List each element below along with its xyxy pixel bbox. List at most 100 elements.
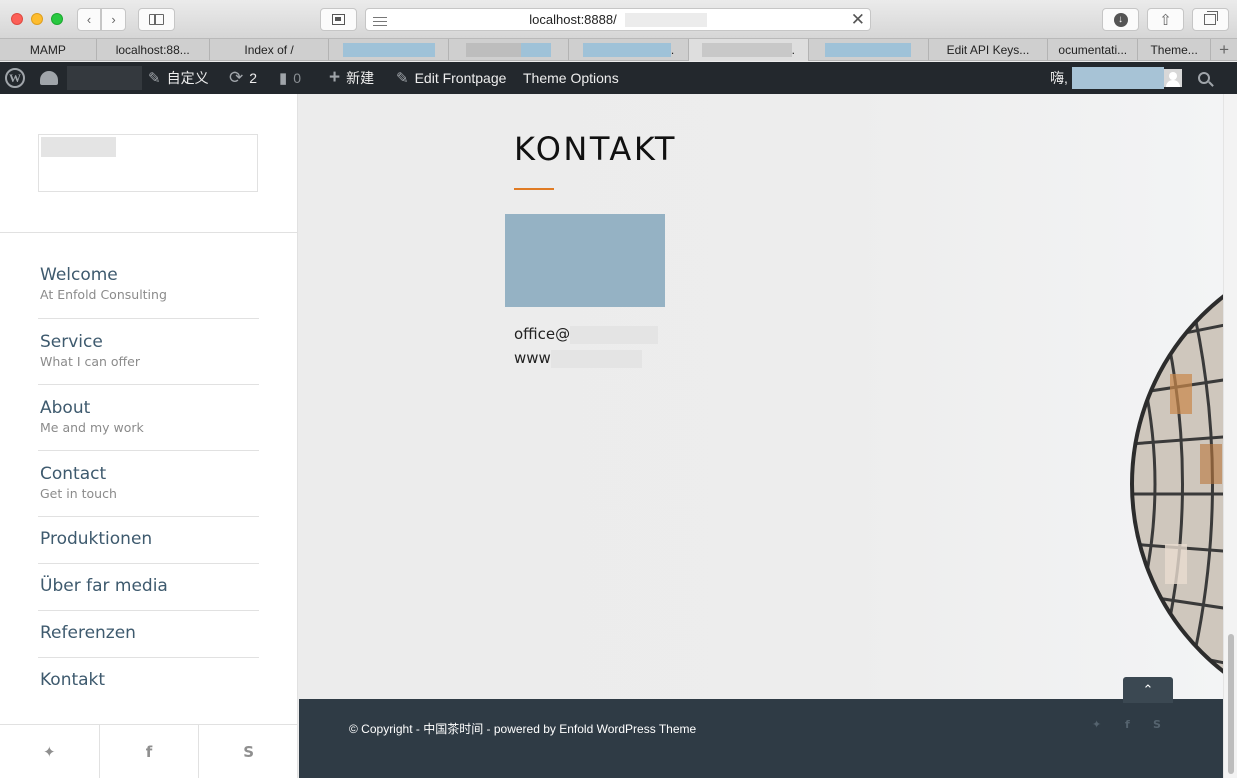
redacted-tab-title bbox=[342, 43, 435, 57]
redacted-email bbox=[570, 325, 659, 344]
nav-subtitle: At Enfold Consulting bbox=[40, 287, 167, 302]
close-window-button[interactable] bbox=[11, 13, 23, 25]
tab-label: localhost:88... bbox=[115, 43, 190, 57]
comments-count: 0 bbox=[293, 70, 302, 86]
zoom-window-button[interactable] bbox=[51, 13, 63, 25]
download-icon: ↓ bbox=[1113, 12, 1128, 27]
page-scrollbar[interactable] bbox=[1223, 94, 1237, 778]
customize-label: 自定义 bbox=[166, 70, 209, 86]
nav-title: Contact bbox=[40, 464, 107, 484]
nav-subtitle: Get in touch bbox=[40, 486, 117, 501]
downloads-button[interactable]: ↓ bbox=[1102, 8, 1139, 31]
forward-button[interactable]: › bbox=[101, 8, 126, 31]
chevron-left-icon: ‹ bbox=[86, 12, 92, 27]
address-bar[interactable]: localhost:8888/ ✕ bbox=[365, 8, 871, 31]
reader-button[interactable] bbox=[320, 8, 357, 31]
facebook-link[interactable]: f bbox=[100, 725, 200, 778]
edit-frontpage-link[interactable]: ✎ Edit Frontpage bbox=[396, 62, 506, 94]
footer: ⌃ © Copyright - 中国茶时间 - powered by Enfol… bbox=[299, 677, 1223, 778]
show-tabs-button[interactable] bbox=[1192, 8, 1229, 31]
edit-frontpage-label: Edit Frontpage bbox=[414, 70, 507, 86]
footer-twitter-icon[interactable]: ✦ bbox=[1092, 718, 1101, 731]
new-label: 新建 bbox=[346, 70, 375, 86]
tab[interactable]: . bbox=[569, 39, 689, 61]
nav-title: Service bbox=[40, 332, 103, 352]
redacted-tab-title bbox=[701, 43, 792, 57]
nav-title: About bbox=[40, 398, 91, 418]
sidebar-item-referenzen[interactable]: Referenzen bbox=[38, 611, 259, 658]
twitter-link[interactable]: ✦ bbox=[0, 725, 100, 778]
sidebar-item-contact[interactable]: Contact Get in touch bbox=[38, 451, 259, 517]
tab[interactable] bbox=[809, 39, 929, 61]
site-logo[interactable] bbox=[38, 134, 258, 192]
redacted-tab-title bbox=[582, 43, 671, 57]
greeting-label: 嗨, bbox=[1050, 70, 1068, 86]
skype-icon: S bbox=[243, 742, 255, 761]
my-account-menu[interactable]: 嗨, bbox=[1050, 62, 1182, 94]
tab[interactable]: ocumentati... bbox=[1048, 39, 1139, 61]
comments-link[interactable]: ▮ 0 bbox=[279, 62, 301, 94]
updates-link[interactable]: ⟳ 2 bbox=[229, 62, 257, 94]
tab[interactable] bbox=[329, 39, 450, 61]
stop-loading-icon[interactable]: ✕ bbox=[851, 10, 865, 30]
sidebar-item-produktionen[interactable]: Produktionen bbox=[38, 517, 259, 564]
nav-title: Referenzen bbox=[40, 623, 136, 643]
chevron-up-icon: ⌃ bbox=[1142, 682, 1154, 697]
twitter-icon: ✦ bbox=[43, 742, 56, 761]
address-text: localhost:8888/ bbox=[529, 12, 617, 27]
customize-link[interactable]: ✎ 自定义 bbox=[148, 62, 209, 94]
redacted-site-name bbox=[67, 66, 142, 90]
footer-facebook-icon[interactable]: f bbox=[1125, 718, 1130, 731]
tab-bar: MAMP localhost:88... Index of / . . Edit… bbox=[0, 39, 1237, 61]
share-button[interactable]: ⇧ bbox=[1147, 8, 1184, 31]
sidebar-toggle-button[interactable] bbox=[138, 8, 175, 31]
back-button[interactable]: ‹ bbox=[77, 8, 101, 31]
tab[interactable]: Edit API Keys... bbox=[929, 39, 1049, 61]
tab-label: Index of / bbox=[244, 43, 294, 57]
redacted-url bbox=[624, 12, 707, 27]
tab[interactable]: Index of / bbox=[210, 39, 330, 61]
plus-icon: + bbox=[1219, 40, 1230, 59]
copyright-text: © Copyright - 中国茶时间 - powered by Enfold … bbox=[349, 722, 697, 736]
email-line[interactable]: office@ bbox=[514, 325, 659, 344]
tab[interactable]: Theme... bbox=[1138, 39, 1212, 61]
scroll-to-top-button[interactable]: ⌃ bbox=[1123, 677, 1173, 703]
title-underline bbox=[514, 188, 554, 190]
tab-label: Theme... bbox=[1150, 43, 1198, 57]
redacted-website bbox=[550, 349, 642, 368]
sidebar-item-kontakt[interactable]: Kontakt bbox=[38, 658, 259, 705]
sidebar-item-service[interactable]: Service What I can offer bbox=[38, 319, 259, 385]
admin-search-button[interactable] bbox=[1198, 62, 1214, 94]
new-content-menu[interactable]: + 新建 bbox=[329, 62, 374, 94]
reader-icon bbox=[332, 14, 345, 25]
tab[interactable]: localhost:88... bbox=[97, 39, 210, 61]
page-menu-icon bbox=[373, 14, 387, 29]
redacted-username bbox=[1071, 67, 1164, 89]
nav-title: Kontakt bbox=[40, 670, 106, 690]
theme-options-link[interactable]: Theme Options bbox=[523, 62, 619, 94]
skype-link[interactable]: S bbox=[199, 725, 298, 778]
nav-subtitle: What I can offer bbox=[40, 354, 140, 369]
nav-title: Produktionen bbox=[40, 529, 153, 549]
new-tab-button[interactable]: + bbox=[1211, 39, 1237, 61]
website-line[interactable]: www bbox=[514, 349, 642, 368]
tab-active[interactable]: . bbox=[688, 39, 809, 61]
footer-skype-icon[interactable]: S bbox=[1153, 718, 1161, 731]
site-name-menu[interactable] bbox=[40, 62, 142, 94]
tab-label: . bbox=[791, 43, 795, 57]
wp-logo-menu[interactable]: W bbox=[5, 62, 25, 94]
search-icon bbox=[1198, 72, 1214, 87]
redacted-tab-title bbox=[825, 43, 912, 57]
sidebar-item-ueber-far-media[interactable]: Über far media bbox=[38, 564, 259, 611]
minimize-window-button[interactable] bbox=[31, 13, 43, 25]
nav-title: Über far media bbox=[40, 576, 168, 596]
facebook-icon: f bbox=[145, 742, 153, 761]
sidebar-item-about[interactable]: About Me and my work bbox=[38, 385, 259, 451]
sidebar-item-welcome[interactable]: Welcome At Enfold Consulting bbox=[38, 252, 259, 319]
tab[interactable]: MAMP bbox=[0, 39, 97, 61]
page-title: KONTAKT bbox=[514, 130, 677, 168]
tab-label: ocumentati... bbox=[1058, 43, 1128, 57]
scrollbar-thumb[interactable] bbox=[1228, 634, 1234, 774]
dashboard-icon bbox=[40, 71, 58, 85]
tab[interactable] bbox=[449, 39, 570, 61]
